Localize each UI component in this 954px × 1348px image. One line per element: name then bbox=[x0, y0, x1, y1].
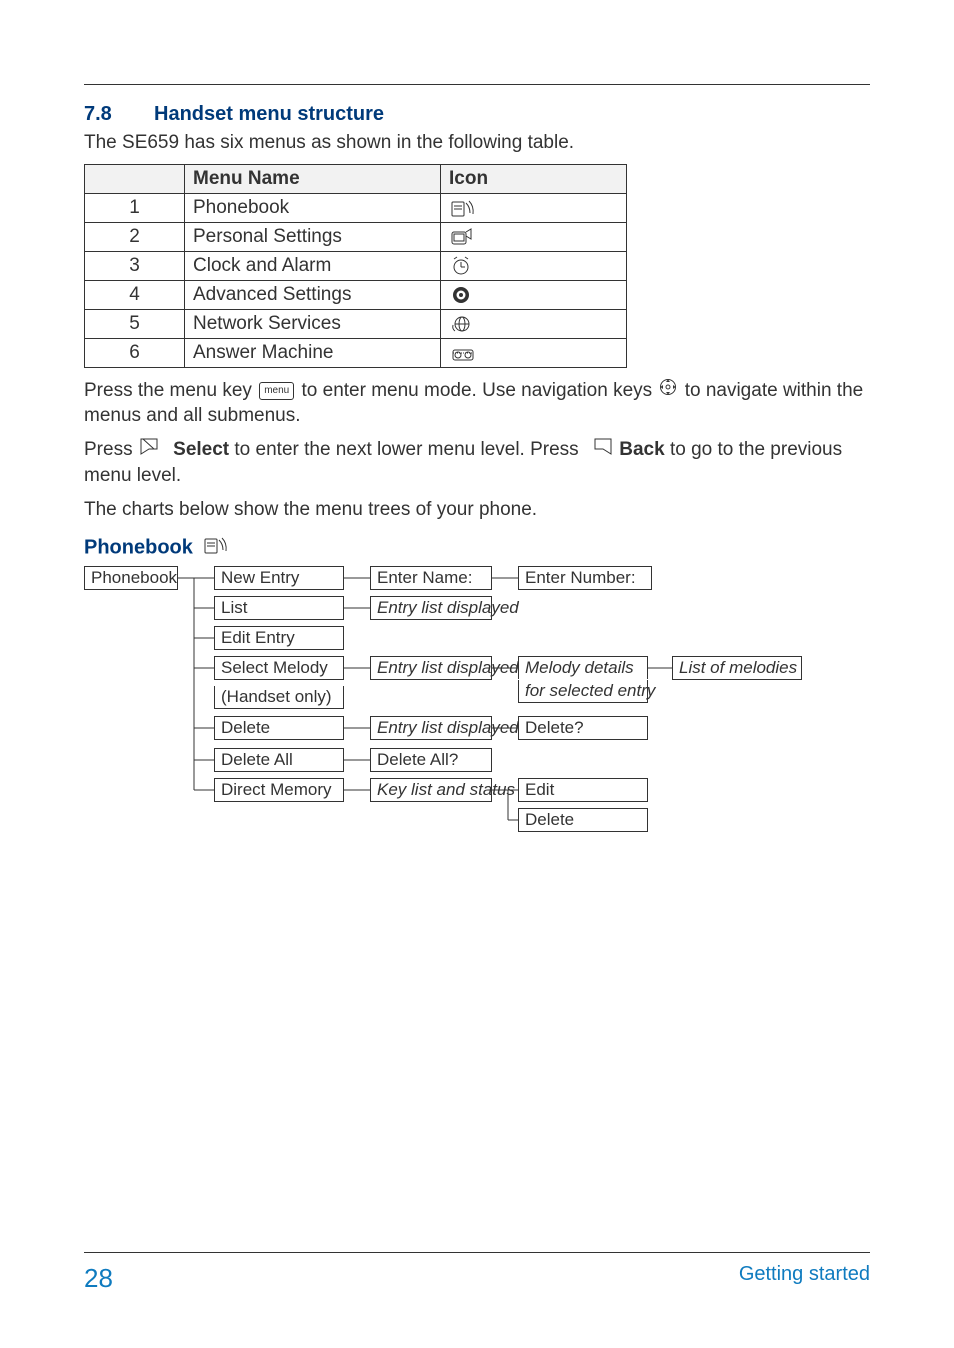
p2-prefix: Press bbox=[84, 439, 138, 460]
page-footer: 28 Getting started bbox=[84, 1252, 870, 1294]
row-index: 2 bbox=[85, 222, 185, 251]
row-name: Advanced Settings bbox=[185, 280, 441, 309]
section-title: Handset menu structure bbox=[154, 103, 384, 125]
softkey-right-icon bbox=[586, 437, 612, 463]
tree-leaf-melody-details-b: for selected entry bbox=[518, 680, 648, 703]
tree-leaf-keylist: Key list and status bbox=[370, 778, 492, 802]
p1-mid: to enter menu mode. Use navigation keys bbox=[296, 380, 657, 401]
tree-leaf-list-displayed: Entry list displayed bbox=[370, 596, 492, 620]
softkey-left-icon bbox=[140, 437, 166, 463]
row-index: 1 bbox=[85, 193, 185, 222]
tree-leaf-melody-details-a: Melody details bbox=[518, 656, 648, 679]
tree-title-text: Phonebook bbox=[84, 536, 193, 558]
row-icon-cell bbox=[441, 309, 627, 338]
menu-instruction-2: Press Select to enter the next lower men… bbox=[84, 437, 870, 488]
personal-settings-icon bbox=[451, 226, 473, 248]
clock-icon bbox=[451, 255, 471, 277]
tree-node-select-melody: Select Melody bbox=[214, 656, 344, 680]
p2-mid: to enter the next lower menu level. Pres… bbox=[229, 439, 584, 460]
tree-node-dm-edit: Edit bbox=[518, 778, 648, 802]
table-header-row: Menu Name Icon bbox=[85, 164, 627, 193]
table-row: 6 Answer Machine bbox=[85, 338, 627, 367]
row-name: Phonebook bbox=[185, 193, 441, 222]
header-blank bbox=[85, 164, 185, 193]
tree-leaf-melody-entrylist: Entry list displayed bbox=[370, 656, 492, 680]
gear-icon bbox=[451, 284, 471, 306]
row-icon-cell bbox=[441, 222, 627, 251]
phonebook-icon bbox=[451, 197, 475, 219]
back-label: Back bbox=[619, 439, 664, 460]
row-index: 3 bbox=[85, 251, 185, 280]
answer-machine-icon bbox=[451, 342, 475, 364]
tree-node-edit-entry: Edit Entry bbox=[214, 626, 344, 650]
tree-title: Phonebook bbox=[84, 536, 870, 560]
row-icon-cell bbox=[441, 193, 627, 222]
tree-node-delete-all-confirm: Delete All? bbox=[370, 748, 492, 772]
tree-node-direct-memory: Direct Memory bbox=[214, 778, 344, 802]
header-name: Menu Name bbox=[185, 164, 441, 193]
header-icon: Icon bbox=[441, 164, 627, 193]
tree-node-list: List bbox=[214, 596, 344, 620]
top-divider bbox=[84, 84, 870, 85]
tree-node-dm-delete: Delete bbox=[518, 808, 648, 832]
section-number: 7.8 bbox=[84, 103, 154, 126]
row-name: Clock and Alarm bbox=[185, 251, 441, 280]
row-name: Answer Machine bbox=[185, 338, 441, 367]
page-number: 28 bbox=[84, 1263, 113, 1294]
section-heading: 7.8Handset menu structure bbox=[84, 103, 870, 126]
tree-node-new-entry: New Entry bbox=[214, 566, 344, 590]
nav-wheel-icon bbox=[659, 378, 677, 404]
tree-node-delete: Delete bbox=[214, 716, 344, 740]
row-icon-cell bbox=[441, 338, 627, 367]
tree-root: Phonebook bbox=[84, 566, 178, 590]
document-page: 7.8Handset menu structure The SE659 has … bbox=[0, 0, 954, 1348]
row-name: Personal Settings bbox=[185, 222, 441, 251]
row-icon-cell bbox=[441, 251, 627, 280]
tree-node-enter-number: Enter Number: bbox=[518, 566, 652, 590]
globe-icon bbox=[451, 313, 471, 335]
menu-instruction-1: Press the menu key menu to enter menu mo… bbox=[84, 378, 870, 429]
intro-text: The SE659 has six menus as shown in the … bbox=[84, 130, 870, 156]
select-label: Select bbox=[173, 439, 229, 460]
footer-section-label: Getting started bbox=[739, 1263, 870, 1294]
table-row: 1 Phonebook bbox=[85, 193, 627, 222]
row-index: 5 bbox=[85, 309, 185, 338]
table-row: 2 Personal Settings bbox=[85, 222, 627, 251]
table-row: 5 Network Services bbox=[85, 309, 627, 338]
tree-node-handset-only: (Handset only) bbox=[214, 686, 344, 709]
row-index: 6 bbox=[85, 338, 185, 367]
menu-table: Menu Name Icon 1 Phonebook 2 Personal Se… bbox=[84, 164, 627, 368]
table-row: 3 Clock and Alarm bbox=[85, 251, 627, 280]
menu-key-icon: menu bbox=[259, 382, 294, 400]
tree-node-delete-all: Delete All bbox=[214, 748, 344, 772]
tree-node-delete-confirm: Delete? bbox=[518, 716, 648, 740]
tree-leaf-delete-entrylist: Entry list displayed bbox=[370, 716, 492, 740]
row-index: 4 bbox=[85, 280, 185, 309]
charts-intro: The charts below show the menu trees of … bbox=[84, 497, 870, 523]
menu-tree: Phonebook New Entry Enter Name: Enter Nu… bbox=[84, 566, 870, 856]
tree-node-enter-name: Enter Name: bbox=[370, 566, 492, 590]
row-icon-cell bbox=[441, 280, 627, 309]
tree-leaf-list-of-melodies: List of melodies bbox=[672, 656, 802, 680]
phonebook-icon bbox=[204, 536, 228, 560]
p1-prefix: Press the menu key bbox=[84, 380, 257, 401]
table-row: 4 Advanced Settings bbox=[85, 280, 627, 309]
row-name: Network Services bbox=[185, 309, 441, 338]
